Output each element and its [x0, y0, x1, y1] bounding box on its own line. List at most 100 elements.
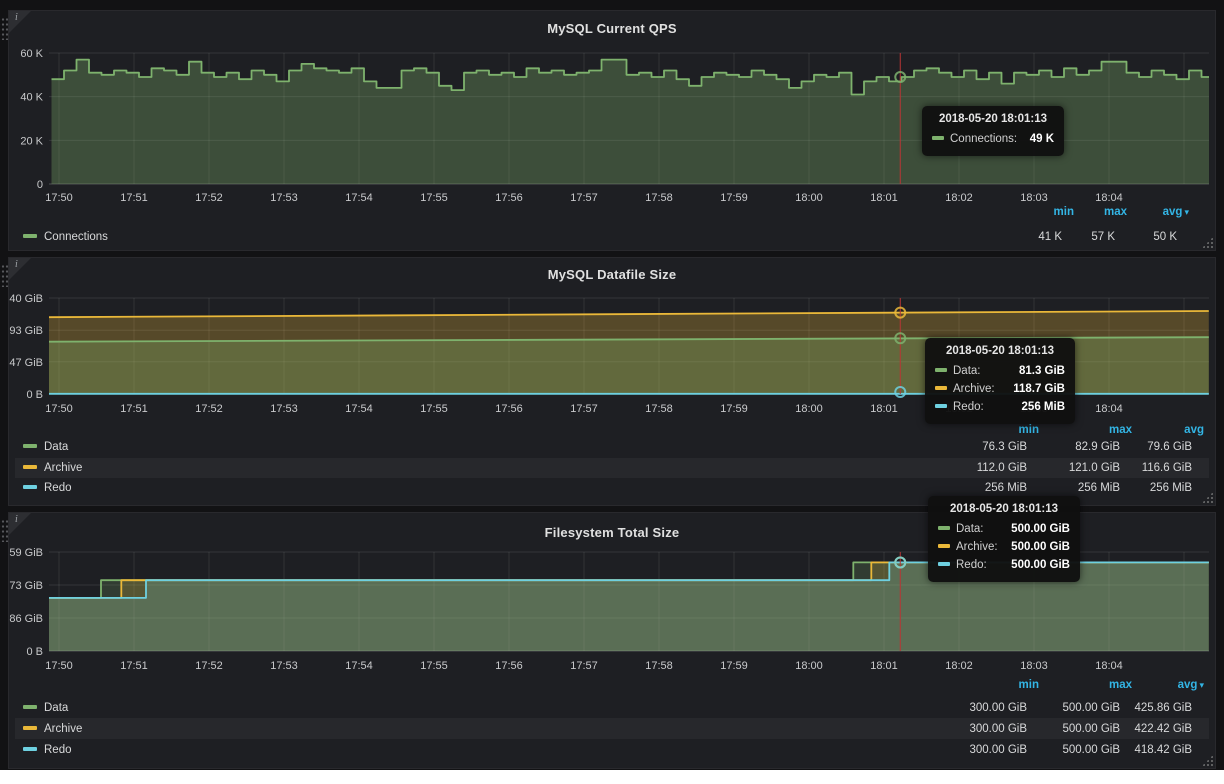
legend-series-connections[interactable]: Connections: [23, 231, 108, 243]
tooltip-value: 81.3 GiB: [1019, 362, 1065, 380]
tooltip-row-connections: Connections:49 K: [932, 130, 1054, 148]
tooltip-row-redo: Redo:500.00 GiB: [938, 556, 1070, 574]
series-color-dash-icon: [23, 726, 37, 730]
y-axis-tick-label: 373 GiB: [9, 580, 43, 592]
tooltip-row-archive: Archive:118.7 GiB: [935, 380, 1065, 398]
legend-header-max[interactable]: max: [1104, 206, 1127, 218]
x-axis-tick-label: 18:02: [945, 192, 973, 204]
legend-value-max: 500.00 GiB: [1062, 723, 1120, 735]
legend-value-avg: 418.42 GiB: [1134, 744, 1192, 756]
tooltip-value: 49 K: [1030, 130, 1054, 148]
tooltip-value: 118.7 GiB: [1013, 380, 1065, 398]
legend-header-max[interactable]: max: [1109, 679, 1132, 691]
legend-row-connections: Connections41 K57 K50 K: [15, 227, 1209, 247]
legend-header-max[interactable]: max: [1109, 424, 1132, 436]
x-axis-tick-label: 18:04: [1095, 660, 1123, 672]
x-axis-tick-label: 17:58: [645, 192, 673, 204]
x-axis-tick-label: 18:01: [870, 403, 898, 415]
legend-value-min: 256 MiB: [985, 482, 1027, 494]
series-color-dash-icon: [23, 705, 37, 709]
x-axis-tick-label: 17:52: [195, 403, 223, 415]
x-axis-tick-label: 17:53: [270, 403, 298, 415]
x-axis-tick-label: 18:03: [1020, 660, 1048, 672]
tooltip-row-redo: Redo:256 MiB: [935, 398, 1065, 416]
x-axis-tick-label: 18:00: [795, 192, 823, 204]
legend-value-max: 57 K: [1091, 231, 1115, 243]
x-axis-tick-label: 17:52: [195, 192, 223, 204]
series-color-dash-icon: [23, 465, 37, 469]
legend-value-avg: 79.6 GiB: [1147, 441, 1192, 453]
legend-series-data[interactable]: Data: [23, 441, 68, 453]
x-axis-tick-label: 17:55: [420, 192, 448, 204]
y-axis-tick-label: 0 B: [26, 646, 43, 658]
x-axis-tick-label: 17:57: [570, 192, 598, 204]
tooltip-value: 500.00 GiB: [1011, 556, 1070, 574]
tooltip-value: 500.00 GiB: [1011, 520, 1070, 538]
sort-caret-icon: ▾: [1199, 680, 1204, 690]
x-axis-tick-label: 18:04: [1095, 403, 1123, 415]
y-axis-tick-label: 40 K: [20, 92, 43, 104]
y-axis-tick-label: 0: [37, 179, 43, 191]
y-axis-tick-label: 93 GiB: [9, 325, 43, 337]
x-axis-tick-label: 17:57: [570, 403, 598, 415]
legend-header-min[interactable]: min: [1019, 424, 1039, 436]
legend-header-avg[interactable]: avg▾: [1178, 679, 1204, 691]
row-drag-handle[interactable]: [0, 518, 8, 542]
x-axis-tick-label: 17:53: [270, 660, 298, 672]
legend-row-redo: Redo 300.00 GiB 500.00 GiB 418.42 GiB: [15, 739, 1209, 760]
tooltip-value: 500.00 GiB: [1011, 538, 1070, 556]
y-axis-tick-label: 0 B: [26, 389, 43, 401]
tooltip-timestamp: 2018-05-20 18:01:13: [932, 113, 1054, 125]
row-drag-handle[interactable]: [0, 16, 8, 40]
y-axis-tick-label: 60 K: [20, 48, 43, 60]
x-axis-tick-label: 17:59: [720, 403, 748, 415]
x-axis-tick-label: 17:51: [120, 403, 148, 415]
x-axis-tick-label: 18:01: [870, 192, 898, 204]
legend-header-avg[interactable]: avg: [1184, 424, 1204, 436]
legend-value-avg: 425.86 GiB: [1134, 702, 1192, 714]
legend-header-min[interactable]: min: [1054, 206, 1074, 218]
tooltip-row-data: Data:81.3 GiB: [935, 362, 1065, 380]
legend-row-data: Data76.3 GiB82.9 GiB79.6 GiB: [15, 437, 1209, 458]
x-axis-tick-label: 17:55: [420, 660, 448, 672]
y-axis-tick-label: 140 GiB: [9, 293, 43, 305]
x-axis-tick-label: 17:54: [345, 403, 373, 415]
x-axis-tick-label: 17:58: [645, 660, 673, 672]
series-color-dash-icon: [935, 386, 947, 390]
legend-value-avg: 116.6 GiB: [1142, 462, 1192, 474]
series-color-dash-icon: [23, 444, 37, 448]
tooltip-timestamp: 2018-05-20 18:01:13: [938, 503, 1070, 515]
series-color-dash-icon: [935, 368, 947, 372]
x-axis-tick-label: 18:00: [795, 403, 823, 415]
x-axis-tick-label: 18:04: [1095, 192, 1123, 204]
series-color-dash-icon: [23, 485, 37, 489]
x-axis-tick-label: 17:50: [45, 403, 73, 415]
legend-series-redo[interactable]: Redo: [23, 482, 72, 494]
legend-value-min: 300.00 GiB: [969, 702, 1027, 714]
legend-value-min: 300.00 GiB: [969, 744, 1027, 756]
chart-tooltip: 2018-05-20 18:01:13 Data:81.3 GiBArchive:…: [925, 338, 1075, 424]
chart-tooltip: 2018-05-20 18:01:13 Connections:49 K: [922, 106, 1064, 156]
x-axis-tick-label: 17:50: [45, 192, 73, 204]
y-axis-tick-label: 47 GiB: [9, 357, 43, 369]
series-color-dash-icon: [23, 234, 37, 238]
row-drag-handle[interactable]: [0, 263, 8, 287]
legend-value-avg: 422.42 GiB: [1134, 723, 1192, 735]
legend-header-min[interactable]: min: [1019, 679, 1039, 691]
legend-series-redo[interactable]: Redo: [23, 744, 72, 756]
y-axis-tick-label: 186 GiB: [9, 613, 43, 625]
legend-header-avg[interactable]: avg▾: [1163, 206, 1189, 218]
legend-value-max: 500.00 GiB: [1062, 702, 1120, 714]
tooltip-value: 256 MiB: [1022, 398, 1065, 416]
legend-series-archive[interactable]: Archive: [23, 462, 82, 474]
x-axis-tick-label: 17:59: [720, 660, 748, 672]
legend-value-max: 121.0 GiB: [1069, 462, 1120, 474]
tooltip-row-data: Data:500.00 GiB: [938, 520, 1070, 538]
legend-value-max: 500.00 GiB: [1062, 744, 1120, 756]
tooltip-timestamp: 2018-05-20 18:01:13: [935, 345, 1065, 357]
x-axis-tick-label: 18:01: [870, 660, 898, 672]
legend-series-archive[interactable]: Archive: [23, 723, 82, 735]
legend-series-data[interactable]: Data: [23, 702, 68, 714]
x-axis-tick-label: 17:51: [120, 660, 148, 672]
series-color-dash-icon: [932, 136, 944, 140]
